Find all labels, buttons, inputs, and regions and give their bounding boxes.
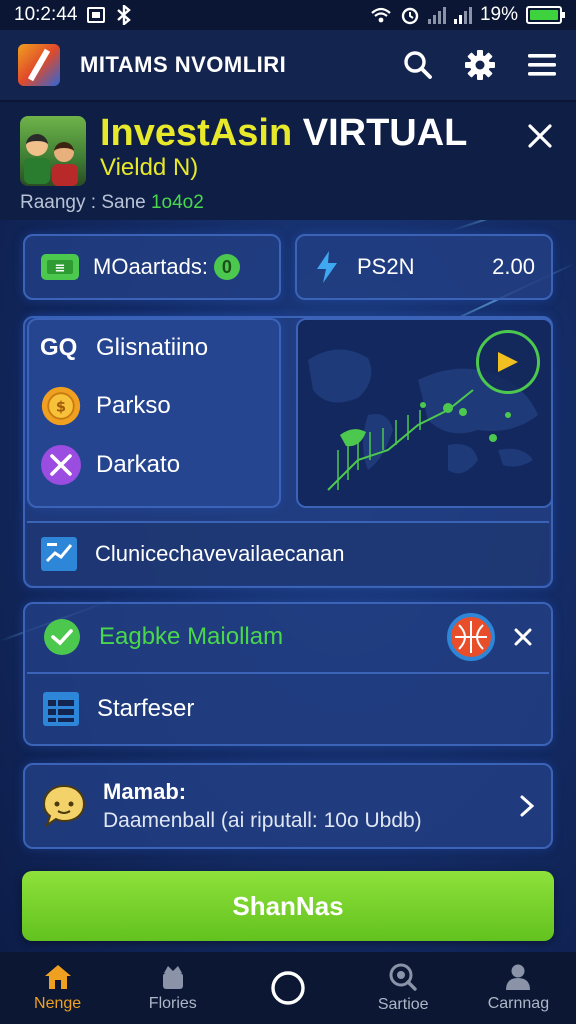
basketball-icon bbox=[447, 613, 495, 661]
section-row-label: Starfeser bbox=[97, 695, 195, 722]
menu-item-parkso[interactable]: $ Parkso bbox=[40, 385, 171, 427]
svg-text:≡: ≡ bbox=[55, 261, 66, 276]
wide-row-label: Clunicechavevailaecanan bbox=[95, 541, 345, 566]
banner-title: InvestAsin VIRTUAL bbox=[100, 112, 467, 155]
hamburger-icon bbox=[528, 54, 556, 76]
banner-thumbnail bbox=[20, 116, 86, 186]
gq-icon: GQ bbox=[40, 334, 78, 361]
status-time: 10:2:44 bbox=[14, 4, 78, 25]
profile-icon bbox=[506, 964, 531, 990]
nav-label: Nenge bbox=[34, 995, 82, 1012]
close-icon bbox=[514, 628, 532, 646]
tile-wallet-badge-text: 0 bbox=[221, 256, 232, 277]
nav-home[interactable]: Nenge bbox=[0, 952, 115, 1024]
chevron-right-icon bbox=[520, 795, 535, 817]
tile-psn[interactable]: PS2N 2.00 bbox=[295, 234, 553, 300]
section-row[interactable]: Starfeser bbox=[27, 672, 549, 744]
chat-bubble-icon bbox=[42, 784, 86, 828]
nav-label: Carnnag bbox=[487, 995, 550, 1012]
app-title: MITAMS NVOMLIRI bbox=[80, 52, 287, 77]
tile-wallet-badge: 0 bbox=[213, 254, 240, 280]
tile-psn-value: 2.00 bbox=[492, 254, 535, 279]
play-icon bbox=[498, 352, 518, 372]
coin-badge-icon: $ bbox=[40, 385, 82, 427]
spreadsheet-icon bbox=[43, 692, 79, 726]
message-subtitle: Daamenball (ai riputall: 10o Ubdb) bbox=[103, 809, 422, 832]
nav-carnnag[interactable]: Carnnag bbox=[461, 952, 576, 1024]
nav-flories[interactable]: Flories bbox=[115, 952, 230, 1024]
nav-sartioe[interactable]: Sartioe bbox=[346, 952, 461, 1024]
menu-item-glisnatiino[interactable]: GQ Glisnatiino bbox=[40, 327, 208, 369]
battery-percent: 19% bbox=[479, 4, 518, 25]
bluetooth-icon bbox=[117, 5, 132, 25]
close-icon bbox=[528, 124, 552, 148]
banner-meta-value: 1o4o2 bbox=[150, 192, 204, 213]
search-icon bbox=[404, 51, 432, 79]
wifi-icon bbox=[371, 7, 391, 23]
primary-action-button[interactable]: ShanNas bbox=[22, 871, 554, 941]
menu-button[interactable] bbox=[526, 49, 558, 81]
menu-item-label: Darkato bbox=[96, 451, 181, 478]
tile-wallet-label: MOaartads: bbox=[93, 254, 208, 279]
message-title: Mamab: bbox=[103, 779, 187, 804]
search-button[interactable] bbox=[402, 49, 434, 81]
alert-label: Eagbke Maiollam bbox=[99, 623, 284, 650]
market-map-card[interactable] bbox=[296, 318, 553, 508]
banner-title-rest: VIRTUAL bbox=[292, 112, 468, 154]
crossed-tools-icon bbox=[40, 444, 82, 486]
chart-doc-icon bbox=[41, 537, 77, 571]
play-button[interactable] bbox=[476, 330, 540, 394]
menu-item-label: Glisnatiino bbox=[96, 334, 209, 361]
alarm-icon bbox=[401, 7, 419, 25]
battery-icon bbox=[526, 6, 565, 24]
alert-row[interactable]: Eagbke Maiollam bbox=[27, 604, 549, 670]
circle-icon bbox=[271, 971, 305, 1005]
banner-close-button[interactable] bbox=[524, 120, 556, 152]
gear-icon bbox=[465, 50, 495, 80]
wide-row[interactable]: Clunicechavevailaecanan bbox=[27, 521, 549, 585]
nav-label: Flories bbox=[148, 995, 197, 1012]
lightning-icon bbox=[317, 251, 337, 283]
nav-label: Sartioe bbox=[377, 996, 429, 1013]
home-icon bbox=[44, 965, 71, 989]
app-bar: MITAMS NVOMLIRI bbox=[0, 30, 576, 102]
tile-psn-label: PS2N bbox=[357, 254, 415, 279]
cash-icon: ≡ bbox=[41, 254, 79, 280]
app-logo bbox=[18, 44, 60, 86]
settings-button[interactable] bbox=[464, 49, 496, 81]
check-circle-icon bbox=[44, 619, 80, 655]
menu-item-label: Parkso bbox=[96, 392, 171, 419]
alert-close-button[interactable] bbox=[513, 627, 533, 647]
tile-wallet[interactable]: ≡ MOaartads: 0 bbox=[23, 234, 281, 300]
banner-meta: Raangy : Sane 1o4o2 bbox=[20, 192, 204, 214]
menu-item-darkato[interactable]: Darkato bbox=[40, 444, 180, 486]
status-bar: 10:2:44 19% bbox=[0, 0, 576, 30]
search-globe-icon bbox=[389, 963, 417, 991]
message-card[interactable]: Mamab: Daamenball (ai riputall: 10o Ubdb… bbox=[23, 763, 553, 849]
signal-icon-2 bbox=[453, 6, 472, 24]
bottom-nav: Nenge Flories Sartioe Carnnag bbox=[0, 952, 576, 1024]
banner-meta-label: Raangy : Sane bbox=[20, 192, 151, 213]
signal-icon bbox=[427, 6, 446, 24]
banner-title-highlight: InvestAsin bbox=[100, 112, 293, 154]
svg-text:$: $ bbox=[56, 398, 66, 415]
nav-center[interactable] bbox=[230, 952, 345, 1024]
crown-icon bbox=[162, 966, 183, 989]
notification-icon bbox=[87, 7, 106, 23]
banner-subtitle: Vieldd N) bbox=[100, 154, 199, 181]
